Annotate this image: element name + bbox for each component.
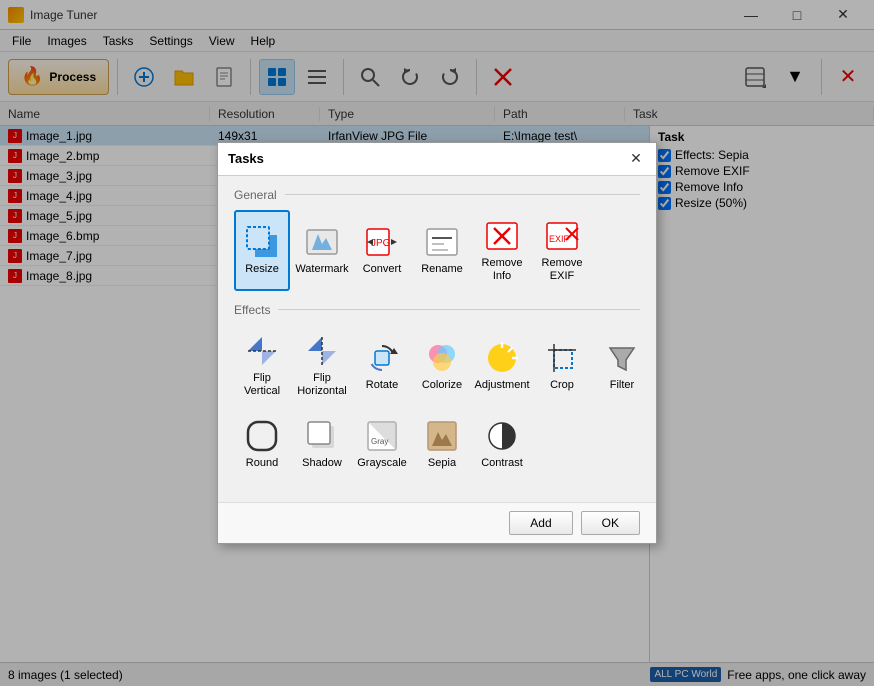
filter-icon (604, 340, 640, 376)
modal-item-filter[interactable]: Filter (594, 325, 650, 406)
modal-item-flip_horizontal[interactable]: Flip Horizontal (294, 325, 350, 406)
modal-item-grayscale[interactable]: Gray Grayscale (354, 410, 410, 478)
flip_horizontal-icon (304, 333, 340, 369)
contrast-icon (484, 418, 520, 454)
shadow-icon (304, 418, 340, 454)
modal-item-sepia[interactable]: Sepia (414, 410, 470, 478)
modal-footer: Add OK (218, 502, 656, 543)
modal-item-watermark[interactable]: Watermark (294, 210, 350, 291)
modal-item-adjustment[interactable]: Adjustment (474, 325, 530, 406)
flip_vertical-icon (244, 333, 280, 369)
modal-close-button[interactable]: ✕ (626, 149, 646, 169)
modal-item-flip_vertical[interactable]: Flip Vertical (234, 325, 290, 406)
ok-button[interactable]: OK (581, 511, 640, 535)
effects-icon-grid: Flip Vertical Flip Horizontal Rotate Col… (234, 325, 640, 479)
crop-icon (544, 340, 580, 376)
modal-item-crop[interactable]: Crop (534, 325, 590, 406)
modal-item-rotate[interactable]: Rotate (354, 325, 410, 406)
general-icon-grid: Resize Watermark JPG Convert Rename Remo… (234, 210, 640, 291)
grayscale-icon: Gray (364, 418, 400, 454)
modal-overlay: Tasks ✕ General Resize Watermark JPG Con… (0, 0, 874, 686)
round-icon (244, 418, 280, 454)
svg-text:JPG: JPG (371, 238, 391, 249)
convert-icon: JPG (364, 224, 400, 260)
tasks-modal: Tasks ✕ General Resize Watermark JPG Con… (217, 142, 657, 545)
modal-item-resize[interactable]: Resize (234, 210, 290, 291)
remove_info-icon (484, 218, 520, 254)
watermark-icon (304, 224, 340, 260)
modal-item-convert[interactable]: JPG Convert (354, 210, 410, 291)
modal-body: General Resize Watermark JPG Convert Ren… (218, 176, 656, 503)
modal-item-contrast[interactable]: Contrast (474, 410, 530, 478)
adjustment-icon (484, 340, 520, 376)
effects-section-label: Effects (234, 303, 640, 317)
modal-item-remove_exif[interactable]: EXIF Remove EXIF (534, 210, 590, 291)
modal-item-round[interactable]: Round (234, 410, 290, 478)
add-button[interactable]: Add (509, 511, 572, 535)
resize-icon (244, 224, 280, 260)
modal-item-colorize[interactable]: Colorize (414, 325, 470, 406)
modal-header: Tasks ✕ (218, 143, 656, 176)
sepia-icon (424, 418, 460, 454)
general-section-label: General (234, 188, 640, 202)
colorize-icon (424, 340, 460, 376)
rename-icon (424, 224, 460, 260)
modal-item-shadow[interactable]: Shadow (294, 410, 350, 478)
rotate-icon (364, 340, 400, 376)
modal-item-rename[interactable]: Rename (414, 210, 470, 291)
modal-title: Tasks (228, 151, 264, 166)
svg-text:Gray: Gray (371, 437, 388, 446)
modal-item-remove_info[interactable]: Remove Info (474, 210, 530, 291)
remove_exif-icon: EXIF (544, 218, 580, 254)
